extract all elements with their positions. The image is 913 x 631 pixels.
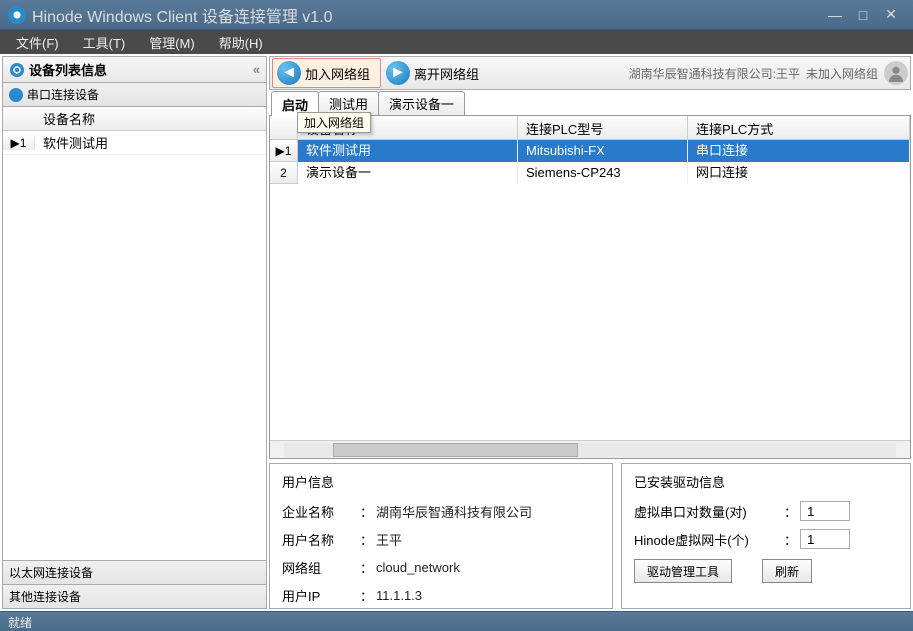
grid-row[interactable]: ▶1 软件测试用 Mitsubishi-FX 串口连接 [270,140,910,162]
sidebar-row-idx: ▶1 [3,136,35,150]
globe-icon [9,88,23,102]
tab-start-label: 启动 [282,95,308,114]
sidebar-header: 设备列表信息 « [3,57,266,83]
user-info-title: 用户信息 [282,472,600,491]
user-value: 王平 [376,530,402,549]
company-value: 湖南华辰智通科技有限公司 [376,502,532,521]
sidebar-device-table: 设备名称 ▶1 软件测试用 [3,107,266,560]
grid-cell-mode: 串口连接 [688,140,910,162]
grid-row-idx: ▶1 [270,140,298,162]
user-avatar-icon[interactable] [884,61,908,85]
menu-tool[interactable]: 工具(T) [71,33,138,52]
field-group: 网络组 ： cloud_network [282,553,600,581]
ip-value: 11.1.1.3 [376,588,422,603]
tab-demo-label: 演示设备一 [389,94,454,113]
grid-cell-mode: 网口连接 [688,162,910,184]
tooltip: 加入网络组 [297,112,371,133]
join-network-button[interactable]: ◄ 加入网络组 [272,58,381,88]
leave-network-label: 离开网络组 [414,64,479,83]
maximize-button[interactable]: □ [849,7,877,23]
app-logo-icon [8,6,26,24]
leave-network-button[interactable]: ► 离开网络组 [381,58,490,88]
field-vsp: 虚拟串口对数量(对) ： [634,497,898,525]
minimize-button[interactable]: — [821,7,849,23]
user-network-status: 未加入网络组 [806,65,878,82]
vsp-label: 虚拟串口对数量(对) [634,502,784,521]
driver-tool-button[interactable]: 驱动管理工具 [634,559,732,583]
vsp-input[interactable] [800,501,850,521]
sidebar-table-header: 设备名称 [3,107,266,131]
tab-demo[interactable]: 演示设备一 [378,91,465,115]
toolbar: ◄ 加入网络组 ► 离开网络组 湖南华辰智通科技有限公司:王平 未加入网络组 [269,56,911,90]
tab-test-label: 测试用 [329,94,368,113]
tabstrip: 启动 测试用 演示设备一 加入网络组 [269,90,911,116]
menu-manage[interactable]: 管理(M) [137,33,207,52]
driver-info-title: 已安装驱动信息 [634,472,898,491]
field-ip: 用户IP ： 11.1.1.3 [282,581,600,609]
user-label: 用户名称 [282,530,360,549]
nic-input[interactable] [800,529,850,549]
arrow-left-icon: ◄ [277,61,301,85]
scrollbar-thumb[interactable] [333,443,578,457]
sidebar-col-name: 设备名称 [35,109,95,128]
grid-col-idx [270,116,298,139]
sidebar: 设备列表信息 « 串口连接设备 设备名称 ▶1 软件测试用 以太网连接设备 其他… [2,56,267,609]
sidebar-section-other[interactable]: 其他连接设备 [3,584,266,608]
menubar: 文件(F) 工具(T) 管理(M) 帮助(H) [0,30,913,54]
grid-col-mode[interactable]: 连接PLC方式 [688,116,910,139]
close-button[interactable]: ✕ [877,6,905,23]
grid-row[interactable]: 2 演示设备一 Siemens-CP243 网口连接 [270,162,910,184]
menu-help[interactable]: 帮助(H) [207,33,275,52]
ip-label: 用户IP [282,586,360,605]
grid-body: ▶1 软件测试用 Mitsubishi-FX 串口连接 2 演示设备一 Siem… [270,140,910,440]
sidebar-section-serial-label: 串口连接设备 [27,86,99,103]
field-nic: Hinode虚拟网卡(个) ： [634,525,898,553]
driver-info-panel: 已安装驱动信息 虚拟串口对数量(对) ： Hinode虚拟网卡(个) ： 驱动管… [621,463,911,609]
refresh-button[interactable]: 刷新 [762,559,812,583]
sidebar-section-serial[interactable]: 串口连接设备 [3,83,266,107]
grid-cell-plc: Mitsubishi-FX [518,140,688,162]
device-grid: 设备名称 连接PLC型号 连接PLC方式 ▶1 软件测试用 Mitsubishi… [269,116,911,459]
arrow-right-icon: ► [386,61,410,85]
field-user: 用户名称 ： 王平 [282,525,600,553]
join-network-label: 加入网络组 [305,64,370,83]
grid-horizontal-scrollbar[interactable] [270,440,910,458]
sidebar-header-label: 设备列表信息 [29,60,107,79]
sidebar-section-ethernet[interactable]: 以太网连接设备 [3,560,266,584]
grid-cell-plc: Siemens-CP243 [518,162,688,184]
window-title: Hinode Windows Client 设备连接管理 v1.0 [32,3,821,27]
sidebar-row[interactable]: ▶1 软件测试用 [3,131,266,155]
menu-file[interactable]: 文件(F) [4,33,71,52]
sidebar-section-other-label: 其他连接设备 [9,588,81,605]
nic-label: Hinode虚拟网卡(个) [634,530,784,549]
sidebar-collapse-icon[interactable]: « [253,62,260,77]
grid-col-plc[interactable]: 连接PLC型号 [518,116,688,139]
sidebar-row-name: 软件测试用 [35,133,108,152]
user-status: 湖南华辰智通科技有限公司:王平 未加入网络组 [629,61,908,85]
grid-cell-name: 演示设备一 [298,162,518,184]
grid-cell-name: 软件测试用 [298,140,518,162]
sidebar-section-ethernet-label: 以太网连接设备 [9,564,93,581]
group-label: 网络组 [282,558,360,577]
titlebar: Hinode Windows Client 设备连接管理 v1.0 — □ ✕ [0,0,913,30]
group-value: cloud_network [376,560,460,575]
user-info-panel: 用户信息 企业名称 ： 湖南华辰智通科技有限公司 用户名称 ： 王平 网络组 ：… [269,463,613,609]
field-company: 企业名称 ： 湖南华辰智通科技有限公司 [282,497,600,525]
company-label: 企业名称 [282,502,360,521]
grid-row-idx: 2 [270,162,298,184]
refresh-icon[interactable] [9,62,25,78]
user-company-label: 湖南华辰智通科技有限公司:王平 [629,65,800,82]
statusbar: 就绪 [0,611,913,631]
